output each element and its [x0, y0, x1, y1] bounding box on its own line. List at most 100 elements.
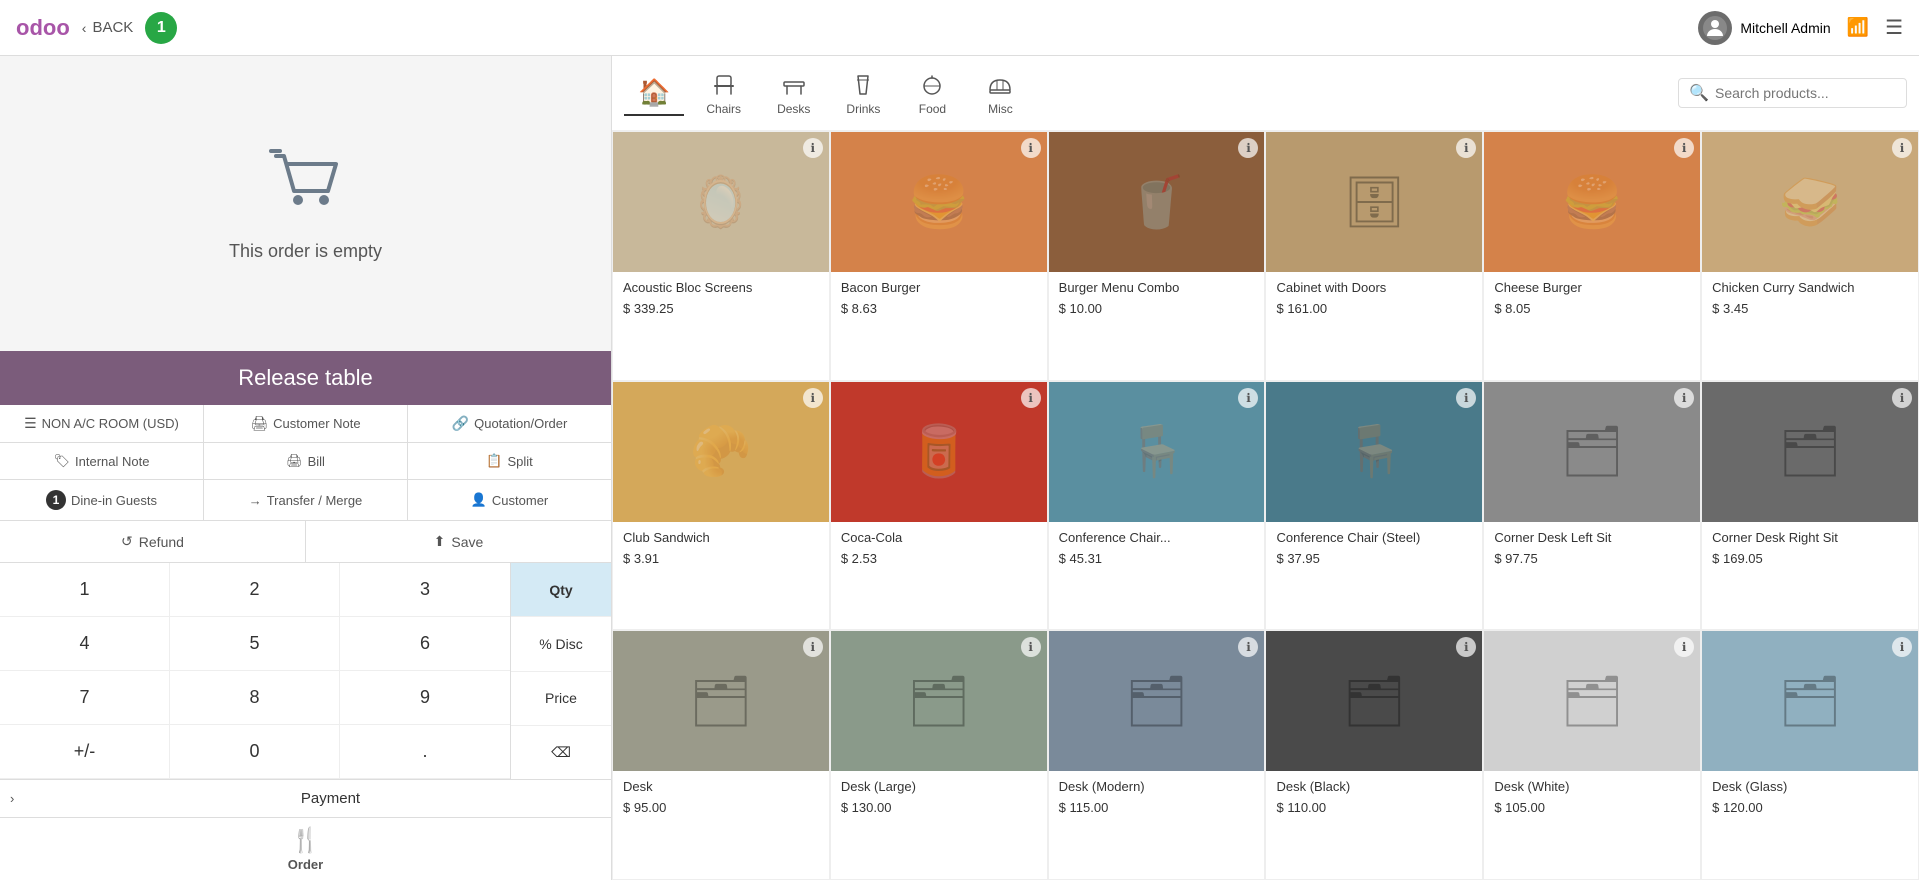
product-card[interactable]: 🍔 ℹ Cheese Burger $ 8.05 — [1483, 131, 1701, 381]
dine-in-guests-button[interactable]: 1 Dine-in Guests — [0, 480, 204, 520]
product-price: $ 130.00 — [841, 800, 1037, 815]
numpad-1[interactable]: 1 — [0, 563, 170, 617]
product-image: 🗂 — [1484, 382, 1700, 522]
payment-button[interactable]: Payment — [50, 780, 611, 817]
product-card[interactable]: 🥫 ℹ Coca-Cola $ 2.53 — [830, 381, 1048, 631]
product-card[interactable]: 🪑 ℹ Conference Chair (Steel) $ 37.95 — [1265, 381, 1483, 631]
numpad-3[interactable]: 3 — [340, 563, 510, 617]
product-info-icon[interactable]: ℹ — [803, 138, 823, 158]
backspace-key[interactable]: ⌫ — [511, 726, 611, 779]
numpad-4[interactable]: 4 — [0, 617, 170, 671]
product-info-icon[interactable]: ℹ — [1021, 637, 1041, 657]
product-card[interactable]: 🥤 ℹ Burger Menu Combo $ 10.00 — [1048, 131, 1266, 381]
tab-non-ac-label: NON A/C ROOM (USD) — [42, 416, 179, 431]
product-card[interactable]: 🗂 ℹ Corner Desk Left Sit $ 97.75 — [1483, 381, 1701, 631]
search-box[interactable]: 🔍 — [1678, 78, 1907, 108]
product-name: Acoustic Bloc Screens — [623, 280, 819, 297]
split-button[interactable]: 📋 Split — [408, 443, 611, 479]
product-info-icon[interactable]: ℹ — [803, 388, 823, 408]
price-key[interactable]: Price — [511, 672, 611, 726]
qty-key[interactable]: Qty — [511, 563, 611, 617]
transfer-label: Transfer / Merge — [267, 493, 363, 508]
refund-icon: ↺ — [121, 533, 133, 550]
numpad-9[interactable]: 9 — [340, 671, 510, 725]
search-input[interactable] — [1715, 85, 1896, 101]
product-card[interactable]: 🗂 ℹ Desk (Glass) $ 120.00 — [1701, 630, 1919, 880]
cart-empty-area: This order is empty — [0, 56, 611, 351]
numpad-0[interactable]: 0 — [170, 725, 340, 779]
product-card[interactable]: 🪞 ℹ Acoustic Bloc Screens $ 339.25 — [612, 131, 830, 381]
product-details: Cabinet with Doors $ 161.00 — [1266, 272, 1482, 326]
product-card[interactable]: 🗂 ℹ Desk (White) $ 105.00 — [1483, 630, 1701, 880]
product-card[interactable]: 🍔 ℹ Bacon Burger $ 8.63 — [830, 131, 1048, 381]
product-info-icon[interactable]: ℹ — [1456, 388, 1476, 408]
numpad-6[interactable]: 6 — [340, 617, 510, 671]
category-chairs[interactable]: Chairs — [692, 64, 755, 122]
hamburger-menu-icon[interactable]: ☰ — [1885, 15, 1903, 40]
tab-quotation-order[interactable]: 🔗 Quotation/Order — [408, 405, 611, 442]
category-misc[interactable]: Misc — [970, 64, 1030, 122]
refund-button[interactable]: ↺ Refund — [0, 521, 306, 562]
product-price: $ 10.00 — [1059, 301, 1255, 316]
product-name: Desk (Black) — [1276, 779, 1472, 796]
payment-row: › Payment — [0, 779, 611, 817]
food-label: Food — [919, 102, 946, 116]
product-card[interactable]: 🗂 ℹ Desk (Large) $ 130.00 — [830, 630, 1048, 880]
print-icon: 🖨 — [286, 453, 303, 469]
payment-expand-button[interactable]: › — [0, 780, 50, 817]
disc-key[interactable]: % Disc — [511, 617, 611, 671]
internal-note-label: Internal Note — [75, 454, 149, 469]
product-price: $ 3.45 — [1712, 301, 1908, 316]
release-table-bar[interactable]: Release table — [0, 351, 611, 405]
product-info-icon[interactable]: ℹ — [1892, 138, 1912, 158]
product-card[interactable]: 🪑 ℹ Conference Chair... $ 45.31 — [1048, 381, 1266, 631]
product-name: Chicken Curry Sandwich — [1712, 280, 1908, 297]
product-card[interactable]: 🥪 ℹ Chicken Curry Sandwich $ 3.45 — [1701, 131, 1919, 381]
topbar-left: odoo ‹ BACK 1 — [16, 12, 177, 44]
product-card[interactable]: 🥐 ℹ Club Sandwich $ 3.91 — [612, 381, 830, 631]
category-desks[interactable]: Desks — [763, 64, 824, 122]
tab-non-ac-room[interactable]: ☰ NON A/C ROOM (USD) — [0, 405, 204, 442]
product-card[interactable]: 🗂 ℹ Desk (Black) $ 110.00 — [1265, 630, 1483, 880]
product-price: $ 97.75 — [1494, 551, 1690, 566]
product-card[interactable]: 🗂 ℹ Desk $ 95.00 — [612, 630, 830, 880]
numpad-plusminus[interactable]: +/- — [0, 725, 170, 779]
customer-button[interactable]: 👤 Customer — [408, 480, 611, 520]
numpad-5[interactable]: 5 — [170, 617, 340, 671]
product-details: Corner Desk Left Sit $ 97.75 — [1484, 522, 1700, 576]
table-number-badge[interactable]: 1 — [145, 12, 177, 44]
tab-customer-note[interactable]: 🖨 Customer Note — [204, 405, 408, 442]
internal-note-button[interactable]: 🏷 Internal Note — [0, 443, 204, 479]
product-info-icon[interactable]: ℹ — [1021, 138, 1041, 158]
refund-label: Refund — [139, 534, 184, 550]
bill-label: Bill — [308, 454, 325, 469]
transfer-merge-button[interactable]: → Transfer / Merge — [204, 480, 408, 520]
product-info-icon[interactable]: ℹ — [1892, 388, 1912, 408]
bill-button[interactable]: 🖨 Bill — [204, 443, 408, 479]
product-info-icon[interactable]: ℹ — [1674, 388, 1694, 408]
numpad-8[interactable]: 8 — [170, 671, 340, 725]
product-price: $ 2.53 — [841, 551, 1037, 566]
chevron-left-icon: ‹ — [82, 20, 87, 36]
topbar: odoo ‹ BACK 1 Mitchell Admin 📶 ☰ — [0, 0, 1919, 56]
category-food[interactable]: Food — [902, 64, 962, 122]
product-info-icon[interactable]: ℹ — [1021, 388, 1041, 408]
category-home[interactable]: 🏠 — [624, 71, 684, 116]
back-button[interactable]: ‹ BACK — [82, 19, 134, 36]
product-name: Corner Desk Right Sit — [1712, 530, 1908, 547]
save-button[interactable]: ⬆ Save — [306, 521, 611, 562]
product-price: $ 115.00 — [1059, 800, 1255, 815]
product-price: $ 8.05 — [1494, 301, 1690, 316]
home-icon: 🏠 — [638, 77, 670, 108]
category-drinks[interactable]: Drinks — [832, 64, 894, 122]
product-card[interactable]: 🗂 ℹ Desk (Modern) $ 115.00 — [1048, 630, 1266, 880]
product-card[interactable]: 🗂 ℹ Corner Desk Right Sit $ 169.05 — [1701, 381, 1919, 631]
product-name: Cheese Burger — [1494, 280, 1690, 297]
product-card[interactable]: 🗄 ℹ Cabinet with Doors $ 161.00 — [1265, 131, 1483, 381]
note-icon: 🖨 — [250, 415, 268, 432]
numpad-2[interactable]: 2 — [170, 563, 340, 617]
numpad-dot[interactable]: . — [340, 725, 510, 779]
upload-icon: ⬆ — [434, 533, 446, 550]
numpad-7[interactable]: 7 — [0, 671, 170, 725]
split-icon: 📋 — [486, 453, 502, 469]
